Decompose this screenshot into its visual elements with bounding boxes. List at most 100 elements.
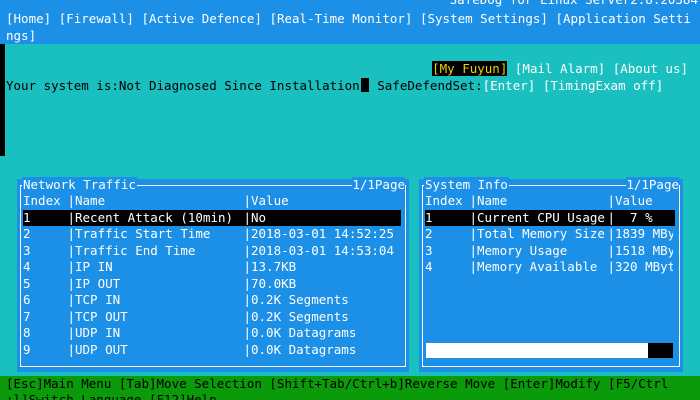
- column-separator: |: [243, 193, 252, 208]
- table-row[interactable]: 9 UDP OUT 0.0K Datagrams: [23, 342, 401, 359]
- help-bar: [Esc]Main Menu [Tab]Move Selection [Shif…: [0, 376, 700, 400]
- row-name: Memory Available: [477, 259, 598, 274]
- system-info-panel: System Info 1/1Page Index Name Value 1 Curre…: [419, 177, 683, 372]
- menu-item-real-time-monitor[interactable]: [Real-Time Monitor]: [269, 11, 412, 26]
- help-line-2: +l]Switch Language [F12]Help: [6, 392, 217, 400]
- my-fuyun-link[interactable]: [My Fuyun]: [432, 61, 508, 76]
- row-value: 2018-03-01 14:53:04: [251, 242, 394, 258]
- column-separator: |: [243, 209, 252, 225]
- table-row[interactable]: 6 TCP IN 0.2K Segments: [23, 292, 401, 309]
- row-value: 0.2K Segments: [251, 308, 349, 324]
- column-separator: |: [243, 292, 252, 307]
- table-row[interactable]: 7 TCP OUT 0.2K Segments: [23, 309, 401, 326]
- panel-title: Network Traffic: [22, 177, 137, 194]
- row-name: IP OUT: [75, 275, 121, 291]
- column-header-value: Value: [615, 193, 653, 208]
- network-traffic-panel: Network Traffic 1/1Page Index Name Value 1 R…: [17, 177, 409, 372]
- row-name: Traffic End Time: [75, 242, 196, 258]
- table-row[interactable]: 1 Current CPU Usage 7 %: [425, 209, 675, 226]
- column-separator: |: [243, 325, 252, 340]
- column-separator: |: [243, 259, 252, 274]
- column-separator: |: [67, 292, 76, 307]
- column-separator: |: [67, 308, 76, 324]
- top-bar: SafeDog for Linux Server2.8.20384 [Home]…: [0, 0, 700, 44]
- column-separator: |: [243, 226, 252, 241]
- column-separator: |: [67, 325, 76, 340]
- column-header-value: Value: [251, 193, 289, 208]
- column-separator: |: [67, 193, 76, 208]
- column-separator: |: [469, 242, 478, 258]
- memory-usage-progress-bar: [426, 343, 673, 358]
- column-separator: |: [469, 259, 478, 274]
- table-row[interactable]: 3 Memory Usage 1518 MBy: [425, 243, 675, 260]
- table-header: Index Name Value: [425, 193, 675, 210]
- row-name: Memory Usage: [477, 242, 568, 258]
- column-separator: |: [607, 209, 616, 225]
- row-index: 5: [23, 275, 31, 291]
- row-name: Traffic Start Time: [75, 226, 211, 241]
- column-separator: |: [607, 193, 616, 208]
- app-title: SafeDog for Linux Server2.8.20384: [450, 0, 698, 9]
- help-line-1: [Esc]Main Menu [Tab]Move Selection [Shif…: [6, 376, 669, 391]
- row-name: Recent Attack (10min): [75, 209, 234, 225]
- column-header-index: Index: [23, 193, 61, 208]
- table-row[interactable]: 4 Memory Available 320 MByt: [425, 259, 675, 276]
- about-us-link[interactable]: [About us]: [613, 61, 688, 76]
- menu-item-home[interactable]: [Home]: [6, 11, 51, 26]
- row-index: 2: [425, 226, 433, 241]
- column-separator: |: [607, 259, 616, 274]
- column-separator: |: [469, 193, 478, 208]
- column-separator: |: [243, 275, 252, 291]
- table-row[interactable]: 5 IP OUT 70.0KB: [23, 276, 401, 293]
- column-separator: |: [243, 341, 252, 357]
- row-value: 0.0K Datagrams: [251, 325, 357, 340]
- table-row[interactable]: 2 Total Memory Size 1839 MBy: [425, 226, 675, 243]
- row-value: 1839 MBy: [615, 226, 673, 241]
- left-strip: [0, 44, 5, 156]
- column-separator: |: [607, 226, 616, 241]
- column-separator: |: [243, 242, 252, 258]
- table-row[interactable]: 3 Traffic End Time 2018-03-01 14:53:04: [23, 243, 401, 260]
- row-index: 3: [23, 242, 31, 258]
- row-name: TCP IN: [75, 292, 121, 307]
- menu-item-active-defence[interactable]: [Active Defence]: [141, 11, 261, 26]
- row-index: 3: [425, 242, 433, 258]
- timing-exam-button[interactable]: [TimingExam off]: [543, 78, 663, 93]
- status-prefix: Your system is:: [6, 78, 119, 93]
- table-row[interactable]: 1 Recent Attack (10min) No: [23, 209, 401, 226]
- table-row[interactable]: 8 UDP IN 0.0K Datagrams: [23, 325, 401, 342]
- row-value: 1518 MBy: [615, 242, 673, 258]
- diagnosis-status: Not Diagnosed Since Installation: [118, 78, 360, 93]
- mail-alarm-link[interactable]: [Mail Alarm]: [515, 61, 605, 76]
- main-menu: [Home] [Firewall] [Active Defence] [Real…: [6, 11, 696, 44]
- panel-title: System Info: [424, 177, 509, 194]
- menu-item-firewall[interactable]: [Firewall]: [59, 11, 134, 26]
- column-separator: |: [67, 242, 76, 258]
- column-separator: |: [243, 308, 252, 324]
- row-value: 13.7KB: [251, 259, 297, 274]
- row-index: 4: [425, 259, 433, 274]
- row-value: 0.2K Segments: [251, 292, 349, 307]
- row-name: Current CPU Usage: [477, 209, 605, 225]
- table-row[interactable]: 4 IP IN 13.7KB: [23, 259, 401, 276]
- safe-defend-label: SafeDefendSet:: [377, 78, 483, 93]
- row-value: No: [251, 209, 267, 225]
- row-name: Total Memory Size: [477, 226, 605, 241]
- row-index: 6: [23, 292, 31, 307]
- panel-page-indicator: 1/1Page: [626, 177, 679, 194]
- row-value: 0.0K Datagrams: [251, 341, 357, 357]
- table-row[interactable]: 2 Traffic Start Time 2018-03-01 14:52:25: [23, 226, 401, 243]
- row-index: 9: [23, 341, 31, 357]
- row-value: 7 %: [615, 209, 653, 225]
- text-cursor: [360, 78, 369, 92]
- enter-button[interactable]: [Enter]: [483, 78, 536, 93]
- row-index: 1: [425, 209, 433, 225]
- menu-item-system-settings[interactable]: [System Settings]: [420, 11, 548, 26]
- top-links: [My Fuyun] [Mail Alarm] [About us]: [432, 61, 688, 78]
- row-index: 8: [23, 325, 31, 340]
- row-name: UDP OUT: [75, 341, 128, 357]
- column-separator: |: [469, 226, 478, 241]
- row-value: 70.0KB: [251, 275, 297, 291]
- row-name: TCP OUT: [75, 308, 128, 324]
- row-index: 7: [23, 308, 31, 324]
